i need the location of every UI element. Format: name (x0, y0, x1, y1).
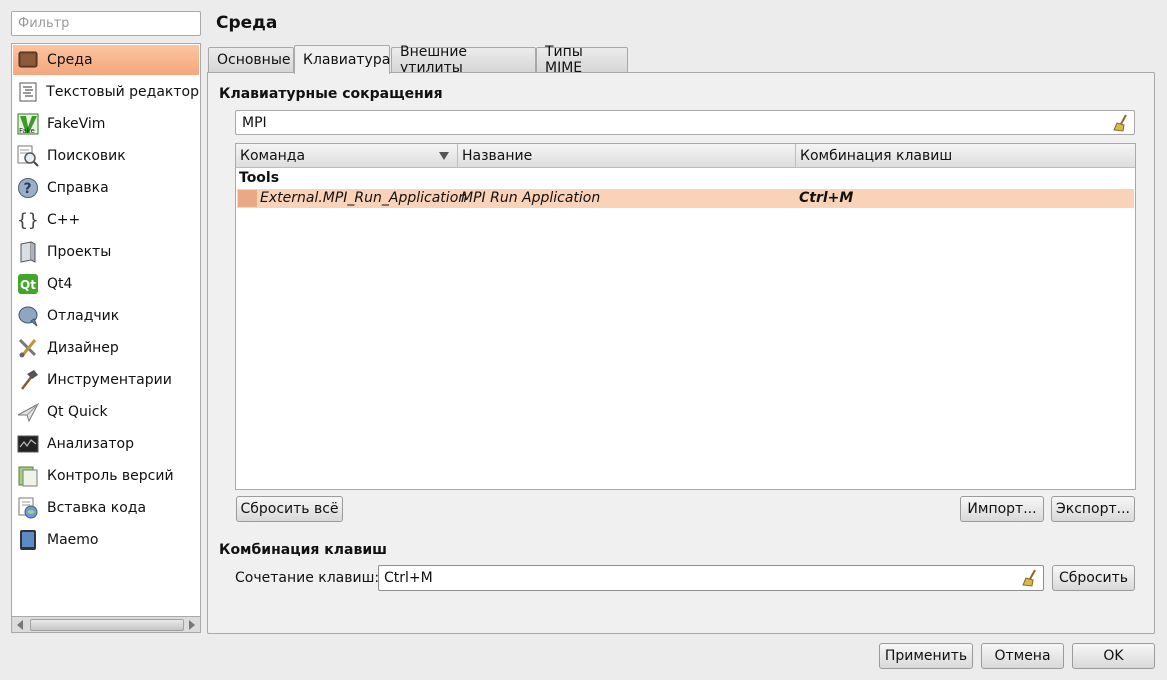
svg-text:{}: {} (17, 210, 39, 231)
sidebar-item-label: Анализатор (47, 436, 134, 452)
key-sequence-field (378, 565, 1044, 591)
sidebar-item-label: Maemo (47, 532, 99, 548)
environment-icon (17, 49, 39, 71)
sidebar-item-debugger[interactable]: Отладчик (13, 301, 199, 331)
sidebar-item-label: Инструментарии (47, 372, 172, 388)
sidebar-item-toolchains[interactable]: Инструментарии (13, 365, 199, 395)
code-paste-icon (17, 497, 39, 519)
cancel-button[interactable]: Отмена (981, 643, 1064, 669)
sidebar-item-fakevim[interactable]: Fake FakeVim (13, 109, 199, 139)
row-shortcut-cell: Ctrl+M (799, 190, 854, 206)
sidebar-item-environment[interactable]: Среда (13, 45, 199, 75)
sidebar-item-maemo[interactable]: Maemo (13, 525, 199, 555)
shortcut-search-field (235, 110, 1135, 135)
key-sequence-label: Сочетание клавиш: (235, 570, 380, 586)
ok-button[interactable]: OK (1072, 643, 1155, 669)
scrollbar-thumb[interactable] (30, 619, 184, 631)
sidebar-item-code-paste[interactable]: Вставка кода (13, 493, 199, 523)
export-button[interactable]: Экспорт... (1051, 496, 1135, 522)
apply-button[interactable]: Применить (879, 643, 973, 669)
filter-input[interactable] (11, 11, 201, 36)
svg-text:?: ? (24, 181, 32, 197)
tab-keyboard[interactable]: Клавиатура (294, 45, 390, 74)
row-command-cell: External.MPI_Run_Application (260, 190, 468, 206)
text-editor-icon (17, 81, 38, 103)
projects-icon (17, 241, 39, 263)
sidebar-item-designer[interactable]: Дизайнер (13, 333, 199, 363)
row-indent-marker (238, 190, 257, 207)
sidebar-item-label: Поисковик (47, 148, 126, 164)
tree-group-tools[interactable]: Tools (239, 170, 279, 186)
sidebar-item-label: FakeVim (47, 116, 106, 132)
column-header-command[interactable]: Команда (236, 144, 458, 168)
maemo-device-icon (17, 529, 39, 551)
import-button[interactable]: Импорт... (960, 496, 1044, 522)
sidebar-item-label: Отладчик (47, 308, 120, 324)
tab-mime-types[interactable]: Типы MIME (536, 44, 628, 76)
sidebar-item-text-editor[interactable]: Текстовый редактор (13, 77, 199, 107)
clear-broom-icon[interactable] (1113, 114, 1129, 132)
key-sequence-input[interactable] (379, 566, 1019, 590)
row-label-cell: MPI Run Application (461, 190, 601, 206)
sidebar-item-label: Текстовый редактор (46, 84, 199, 100)
designer-icon (17, 337, 39, 359)
sidebar-item-label: Вставка кода (47, 500, 147, 516)
sidebar-item-qt4[interactable]: Qt Qt4 (13, 269, 199, 299)
locator-icon (17, 145, 39, 167)
shortcut-search-input[interactable] (236, 111, 1108, 134)
category-list: Среда Текстовый редактор Fake FakeVim По… (11, 43, 201, 617)
sidebar-item-label: Дизайнер (47, 340, 119, 356)
svg-text:Qt: Qt (20, 278, 36, 292)
help-icon: ? (17, 177, 39, 199)
column-header-label: Название (462, 147, 533, 164)
sidebar-item-analyzer[interactable]: Анализатор (13, 429, 199, 459)
fakevim-icon: Fake (17, 113, 39, 135)
sidebar-item-label: Справка (47, 180, 109, 196)
scroll-right-icon[interactable] (189, 620, 195, 630)
debugger-icon (17, 305, 39, 327)
shortcuts-section-title: Клавиатурные сокращения (219, 86, 443, 102)
sidebar-horizontal-scrollbar[interactable] (11, 617, 201, 633)
column-header-label: Комбинация клавиш (800, 147, 953, 164)
sidebar-item-locator[interactable]: Поисковик (13, 141, 199, 171)
sidebar-item-label: C++ (47, 212, 81, 228)
column-header-shortcut[interactable]: Комбинация клавиш (796, 144, 1135, 168)
sidebar-item-version-control[interactable]: Контроль версий (13, 461, 199, 491)
page-title: Среда (216, 13, 278, 33)
sidebar-item-label: Контроль версий (47, 468, 174, 484)
sidebar-item-qt-quick[interactable]: Qt Quick (13, 397, 199, 427)
column-header-label: Команда (240, 147, 306, 164)
tab-general[interactable]: Основные (208, 47, 294, 72)
sidebar-item-label: Проекты (47, 244, 112, 260)
sidebar-item-projects[interactable]: Проекты (13, 237, 199, 267)
key-sequence-section-title: Комбинация клавиш (219, 542, 387, 558)
tab-external-tools[interactable]: Внешние утилиты (391, 44, 536, 76)
sort-descending-icon (439, 152, 449, 160)
qt-quick-icon (17, 401, 39, 423)
version-control-icon (17, 465, 39, 487)
column-header-label-name[interactable]: Название (458, 144, 796, 168)
sidebar-item-help[interactable]: ? Справка (13, 173, 199, 203)
sidebar-item-cpp[interactable]: {} C++ (13, 205, 199, 235)
shortcuts-table[interactable]: Команда Название Комбинация клавиш Tools… (235, 143, 1136, 490)
reset-all-button[interactable]: Сбросить всё (236, 496, 343, 522)
cpp-braces-icon: {} (17, 209, 39, 231)
clear-broom-icon[interactable] (1022, 569, 1038, 587)
table-row[interactable]: External.MPI_Run_Application MPI Run App… (237, 189, 1134, 208)
reset-key-button[interactable]: Сбросить (1052, 565, 1135, 591)
toolchains-hammer-icon (17, 369, 39, 391)
svg-text:Fake: Fake (19, 127, 35, 135)
scroll-left-icon[interactable] (17, 620, 23, 630)
qt4-icon: Qt (17, 273, 39, 295)
sidebar-item-label: Среда (47, 52, 93, 68)
sidebar-item-label: Qt4 (47, 276, 73, 292)
analyzer-icon (17, 433, 39, 455)
sidebar-item-label: Qt Quick (47, 404, 108, 420)
